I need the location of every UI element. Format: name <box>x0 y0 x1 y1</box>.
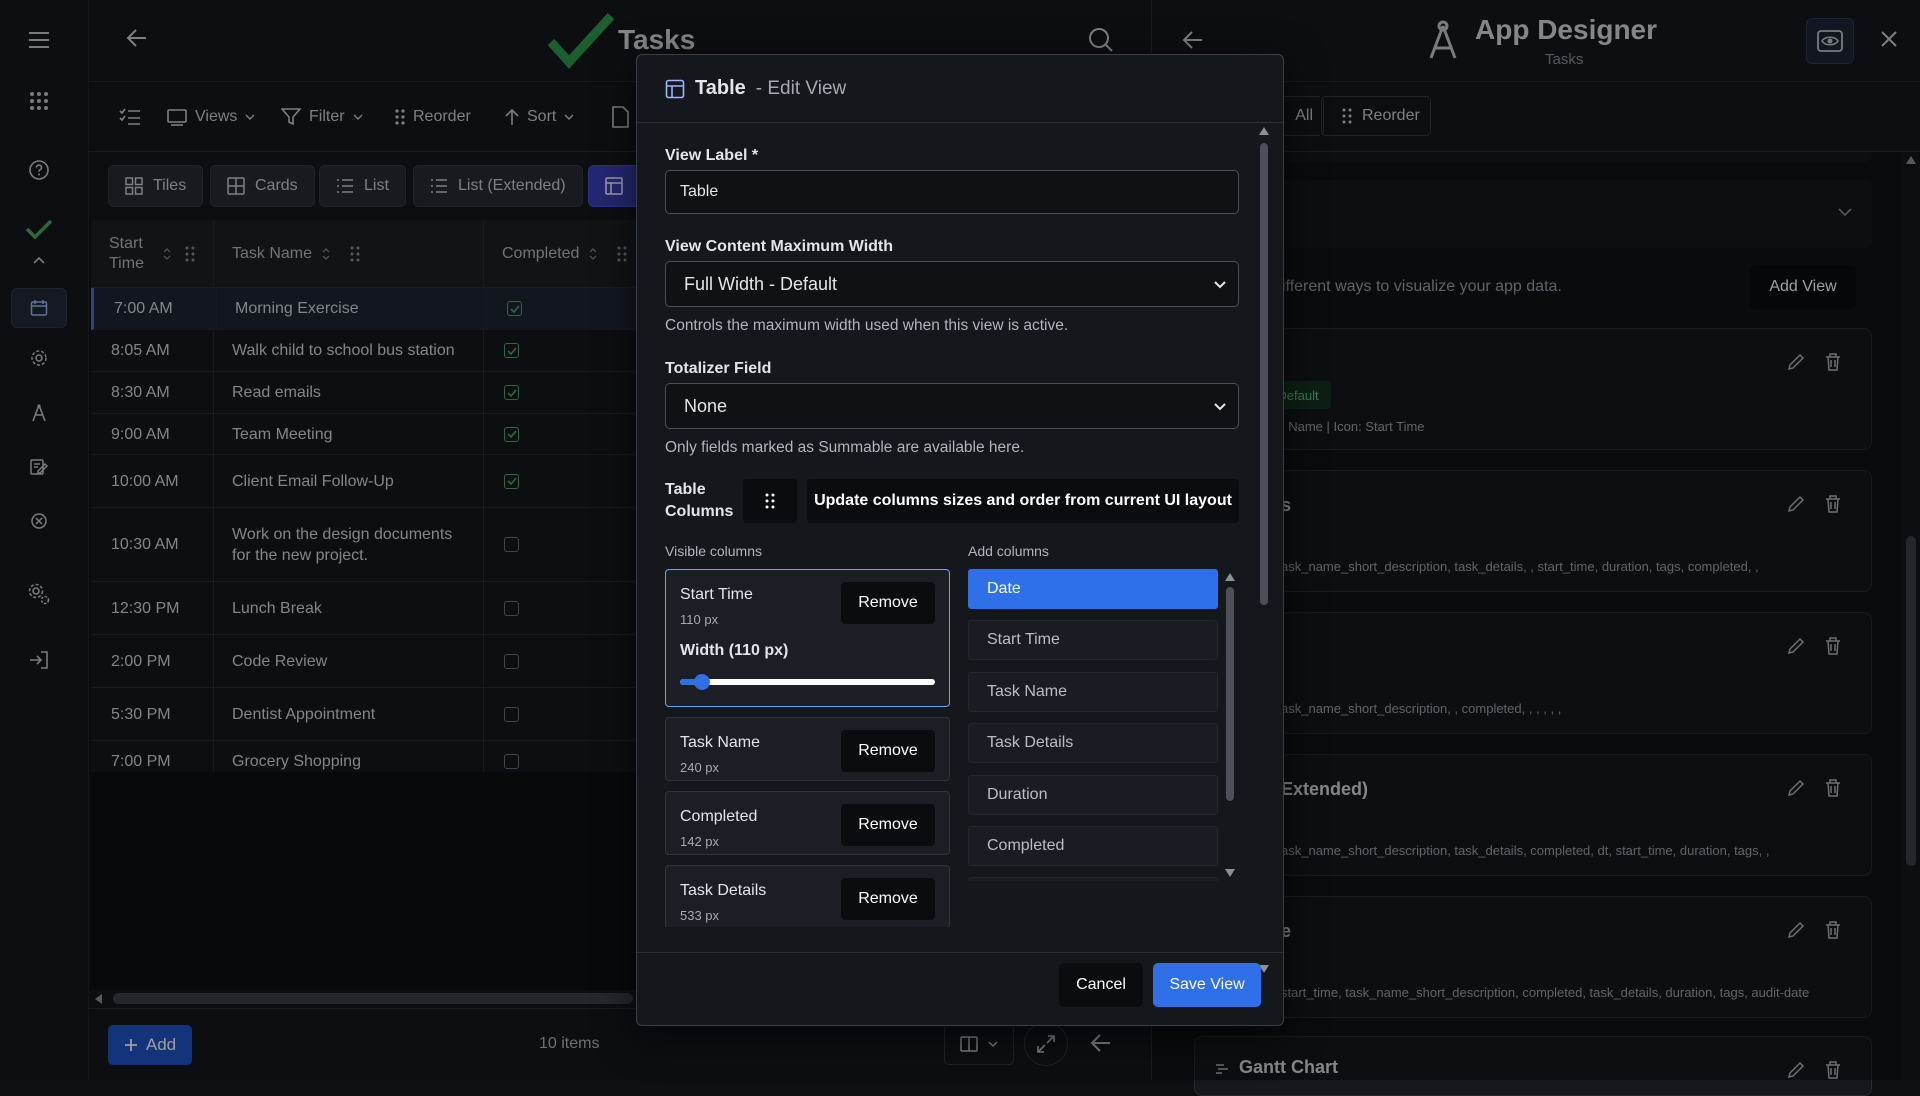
drag-columns-button[interactable] <box>743 479 797 523</box>
view-label-input[interactable]: Table <box>665 170 1239 214</box>
remove-button[interactable]: Remove <box>841 878 935 920</box>
dialog-header: Table - Edit View <box>637 55 1283 123</box>
scroll-thumb[interactable] <box>1226 587 1234 801</box>
add-column-item[interactable] <box>968 877 1218 881</box>
scroll-thumb[interactable] <box>1260 143 1268 605</box>
view-label-label: View Label * <box>665 147 759 164</box>
max-width-hint: Controls the maximum width used when thi… <box>665 317 1069 334</box>
cancel-button[interactable]: Cancel <box>1059 963 1143 1007</box>
dialog-subtitle: - Edit View <box>755 77 847 99</box>
add-column-item[interactable]: Task Name <box>968 672 1218 712</box>
chevron-down-icon <box>1214 403 1226 411</box>
add-column-item[interactable]: Completed <box>968 826 1218 866</box>
totalizer-select[interactable]: None <box>665 383 1239 429</box>
add-column-item[interactable]: Start Time <box>968 620 1218 660</box>
edit-view-dialog: Table - Edit View View Label * Table Vie… <box>636 54 1284 1026</box>
max-width-label: View Content Maximum Width <box>665 238 894 255</box>
dialog-title: Table <box>695 77 746 99</box>
add-column-item[interactable]: Date <box>968 569 1218 609</box>
drag-handle-icon <box>765 493 775 509</box>
table-columns-label: Table Columns <box>665 481 734 520</box>
update-columns-button[interactable]: Update columns sizes and order from curr… <box>807 479 1239 523</box>
dialog-scrollbar[interactable] <box>1257 127 1271 979</box>
scroll-up-icon[interactable] <box>1259 127 1269 135</box>
totalizer-hint: Only fields marked as Summable are avail… <box>665 439 1025 456</box>
scroll-down-icon[interactable] <box>1225 869 1235 877</box>
add-column-item[interactable]: Duration <box>968 775 1218 815</box>
dialog-footer-divider <box>637 952 1283 953</box>
totalizer-label: Totalizer Field <box>665 360 772 377</box>
visible-columns-label: Visible columns <box>665 543 763 559</box>
scroll-up-icon[interactable] <box>1225 573 1235 581</box>
save-view-button[interactable]: Save View <box>1153 963 1261 1007</box>
add-columns-list: Date Start Time Task Name Task Details D… <box>637 567 1257 881</box>
chevron-down-icon <box>1214 281 1226 289</box>
add-columns-scrollbar[interactable] <box>1223 573 1237 877</box>
max-width-select[interactable]: Full Width - Default <box>665 261 1239 307</box>
add-column-item[interactable]: Task Details <box>968 723 1218 763</box>
add-columns-label: Add columns <box>968 543 1049 559</box>
table-icon <box>665 79 685 99</box>
